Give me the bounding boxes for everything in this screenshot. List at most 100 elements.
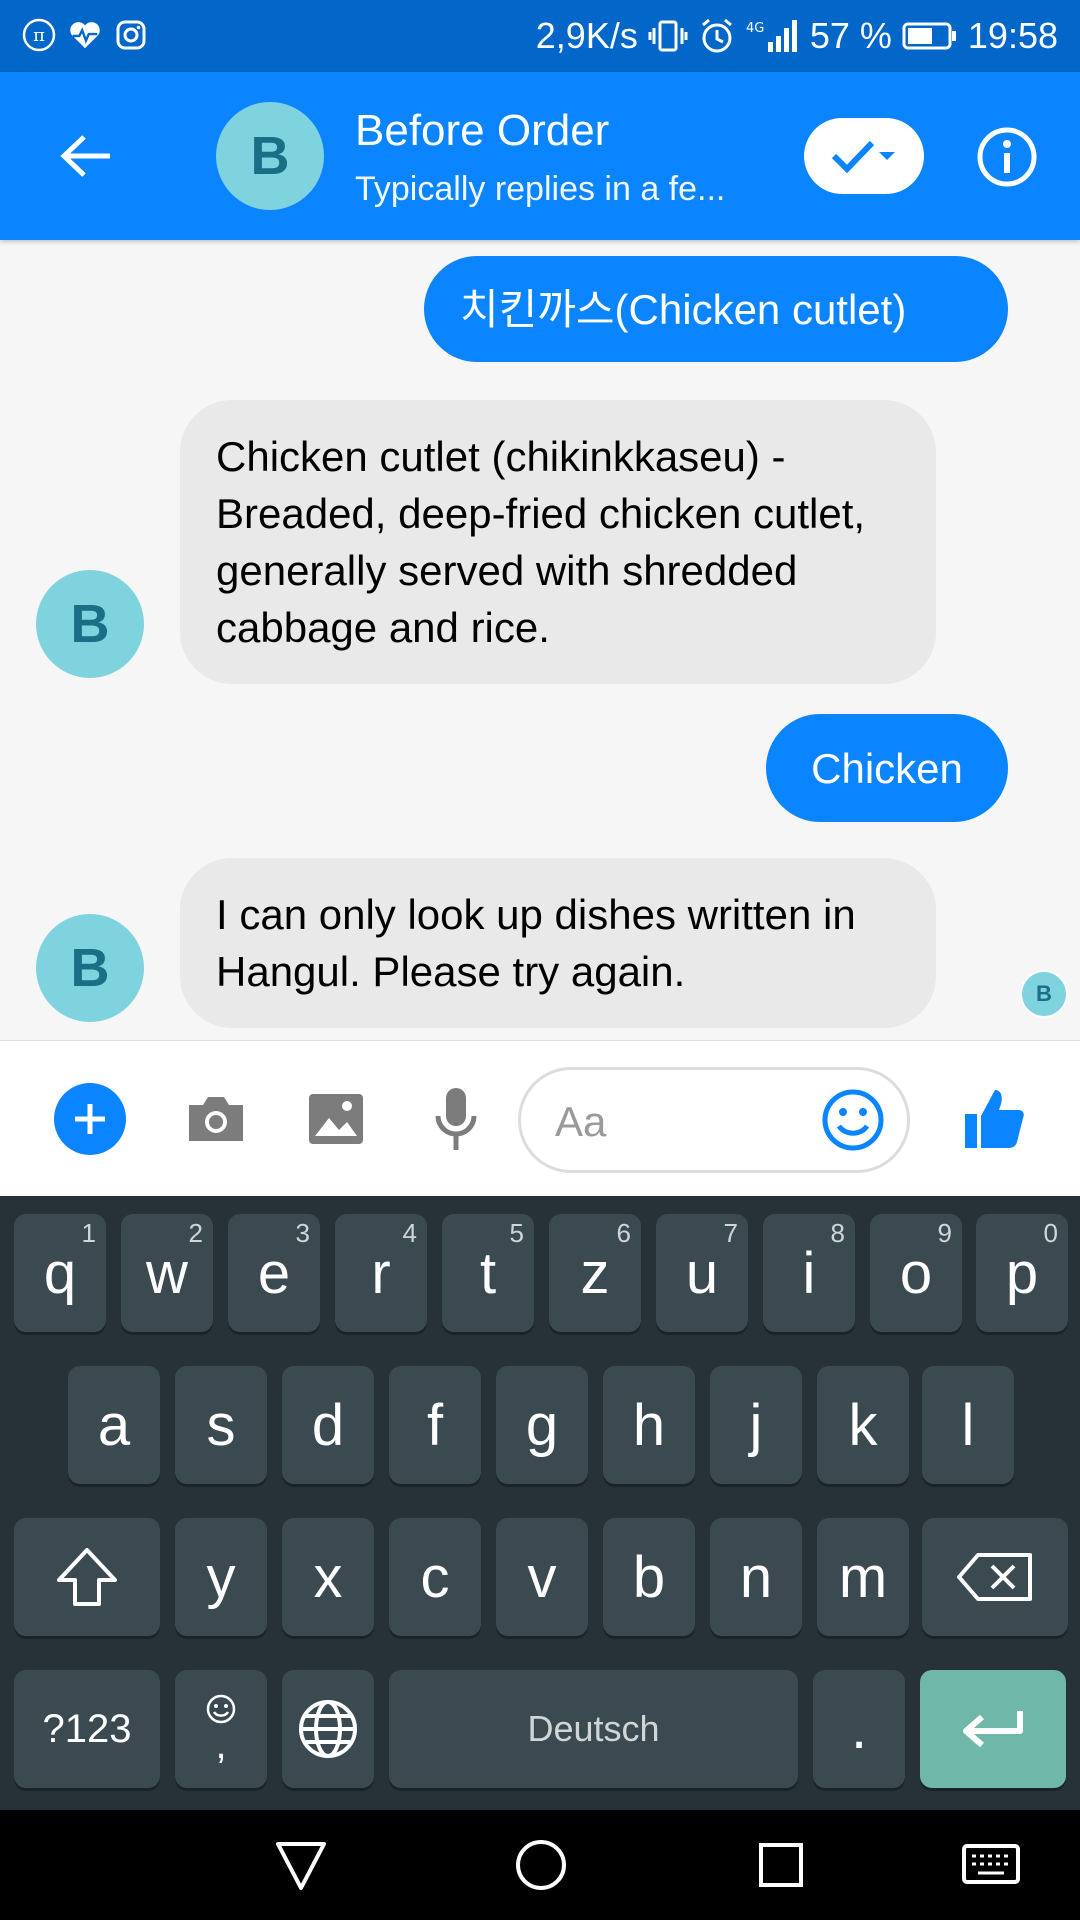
- bot-avatar[interactable]: B: [36, 914, 144, 1022]
- shift-icon: [57, 1548, 117, 1606]
- key-w[interactable]: w2: [121, 1214, 213, 1332]
- backspace-icon: [957, 1553, 1032, 1601]
- chevron-down-icon: [879, 152, 895, 160]
- period-key[interactable]: .: [813, 1670, 905, 1788]
- keyboard-hide-icon[interactable]: [960, 1834, 1022, 1896]
- image-icon: [309, 1094, 363, 1144]
- comma-label: ,: [215, 1723, 227, 1767]
- message-input-placeholder: Aa: [555, 1098, 607, 1145]
- message-text: 치킨까스(Chicken cutlet): [460, 285, 907, 333]
- space-key[interactable]: Deutsch: [389, 1670, 798, 1788]
- key-hint: 1: [81, 1218, 96, 1248]
- network-type-label: 4G: [746, 21, 764, 36]
- done-dropdown-button[interactable]: [804, 118, 924, 194]
- enter-key[interactable]: [920, 1670, 1066, 1788]
- status-bar: π 2,9K/s 4G 57 % 19:58: [0, 0, 1080, 72]
- comma-key[interactable]: ,: [175, 1670, 267, 1788]
- key-hint: 4: [402, 1218, 417, 1248]
- key-label: e: [257, 1240, 291, 1306]
- recents-square-icon[interactable]: [750, 1834, 812, 1896]
- enter-arrow-icon: [963, 1711, 1023, 1748]
- key-label: z: [580, 1240, 610, 1306]
- key-label: t: [479, 1240, 497, 1306]
- globe-icon: [299, 1700, 357, 1758]
- alarm-icon: [701, 18, 732, 53]
- battery-icon: [902, 22, 956, 50]
- key-j[interactable]: j: [710, 1366, 802, 1484]
- key-d[interactable]: d: [282, 1366, 374, 1484]
- incoming-message[interactable]: Chicken cutlet (chikinkkaseu) - Breaded,…: [180, 400, 936, 684]
- emoji-small-icon: [206, 1694, 236, 1724]
- key-c[interactable]: c: [389, 1518, 481, 1636]
- message-input[interactable]: Aa: [518, 1067, 910, 1173]
- key-k[interactable]: k: [817, 1366, 909, 1484]
- camera-button[interactable]: [180, 1083, 252, 1155]
- key-hint: 7: [723, 1218, 738, 1248]
- key-label: o: [899, 1240, 933, 1306]
- key-s[interactable]: s: [175, 1366, 267, 1484]
- key-hint: 3: [295, 1218, 310, 1248]
- key-m[interactable]: m: [817, 1518, 909, 1636]
- gallery-button[interactable]: [300, 1083, 372, 1155]
- key-hint: 2: [188, 1218, 203, 1248]
- key-r[interactable]: r4: [335, 1214, 427, 1332]
- svg-text:π: π: [33, 25, 45, 46]
- info-button[interactable]: [976, 126, 1038, 188]
- key-l[interactable]: l: [922, 1366, 1014, 1484]
- outgoing-message[interactable]: Chicken: [766, 714, 1008, 822]
- key-e[interactable]: e3: [228, 1214, 320, 1332]
- key-v[interactable]: v: [496, 1518, 588, 1636]
- seen-indicator-avatar: B: [1020, 970, 1068, 1018]
- key-o[interactable]: o9: [870, 1214, 962, 1332]
- key-hint: 9: [937, 1218, 952, 1248]
- symbols-key[interactable]: ?123: [14, 1670, 160, 1788]
- key-label: i: [802, 1240, 816, 1306]
- key-b[interactable]: b: [603, 1518, 695, 1636]
- clock: 19:58: [967, 15, 1058, 56]
- key-label: q: [43, 1240, 77, 1306]
- key-a[interactable]: a: [68, 1366, 160, 1484]
- pi-app-icon: π: [22, 18, 56, 52]
- outgoing-message[interactable]: 치킨까스(Chicken cutlet): [424, 256, 1008, 362]
- health-heart-icon: [68, 18, 102, 52]
- key-u[interactable]: u7: [656, 1214, 748, 1332]
- key-z[interactable]: z6: [549, 1214, 641, 1332]
- message-composer: Aa: [0, 1040, 1080, 1196]
- home-circle-icon[interactable]: [510, 1834, 572, 1896]
- key-p[interactable]: p0: [976, 1214, 1068, 1332]
- shift-key[interactable]: [14, 1518, 160, 1636]
- info-icon: [977, 127, 1037, 187]
- contact-status: Typically replies in a fe...: [355, 170, 726, 208]
- key-hint: 8: [830, 1218, 845, 1248]
- backspace-key[interactable]: [922, 1518, 1068, 1636]
- microphone-icon: [435, 1088, 477, 1150]
- key-t[interactable]: t5: [442, 1214, 534, 1332]
- back-button[interactable]: [50, 120, 122, 192]
- key-label: r: [371, 1240, 391, 1306]
- more-actions-button[interactable]: [54, 1083, 126, 1155]
- contact-name[interactable]: Before Order: [355, 106, 609, 156]
- camera-icon: [189, 1097, 243, 1141]
- key-label: w: [146, 1240, 188, 1306]
- battery-percent: 57 %: [809, 15, 892, 56]
- key-x[interactable]: x: [282, 1518, 374, 1636]
- key-y[interactable]: y: [175, 1518, 267, 1636]
- like-button[interactable]: [958, 1083, 1030, 1155]
- emoji-icon[interactable]: [817, 1084, 889, 1156]
- instagram-icon: [114, 18, 148, 52]
- message-text: Chicken cutlet (chikinkkaseu) - Breaded,…: [216, 433, 866, 651]
- key-f[interactable]: f: [389, 1366, 481, 1484]
- plus-icon: [75, 1104, 105, 1134]
- language-key[interactable]: [282, 1670, 374, 1788]
- key-q[interactable]: q1: [14, 1214, 106, 1332]
- bot-avatar[interactable]: B: [36, 570, 144, 678]
- key-h[interactable]: h: [603, 1366, 695, 1484]
- back-triangle-icon[interactable]: [270, 1834, 332, 1896]
- key-g[interactable]: g: [496, 1366, 588, 1484]
- contact-avatar[interactable]: B: [216, 102, 324, 210]
- incoming-message[interactable]: I can only look up dishes written in Han…: [180, 858, 936, 1028]
- voice-button[interactable]: [420, 1083, 492, 1155]
- system-navigation-bar: [0, 1810, 1080, 1920]
- key-n[interactable]: n: [710, 1518, 802, 1636]
- key-i[interactable]: i8: [763, 1214, 855, 1332]
